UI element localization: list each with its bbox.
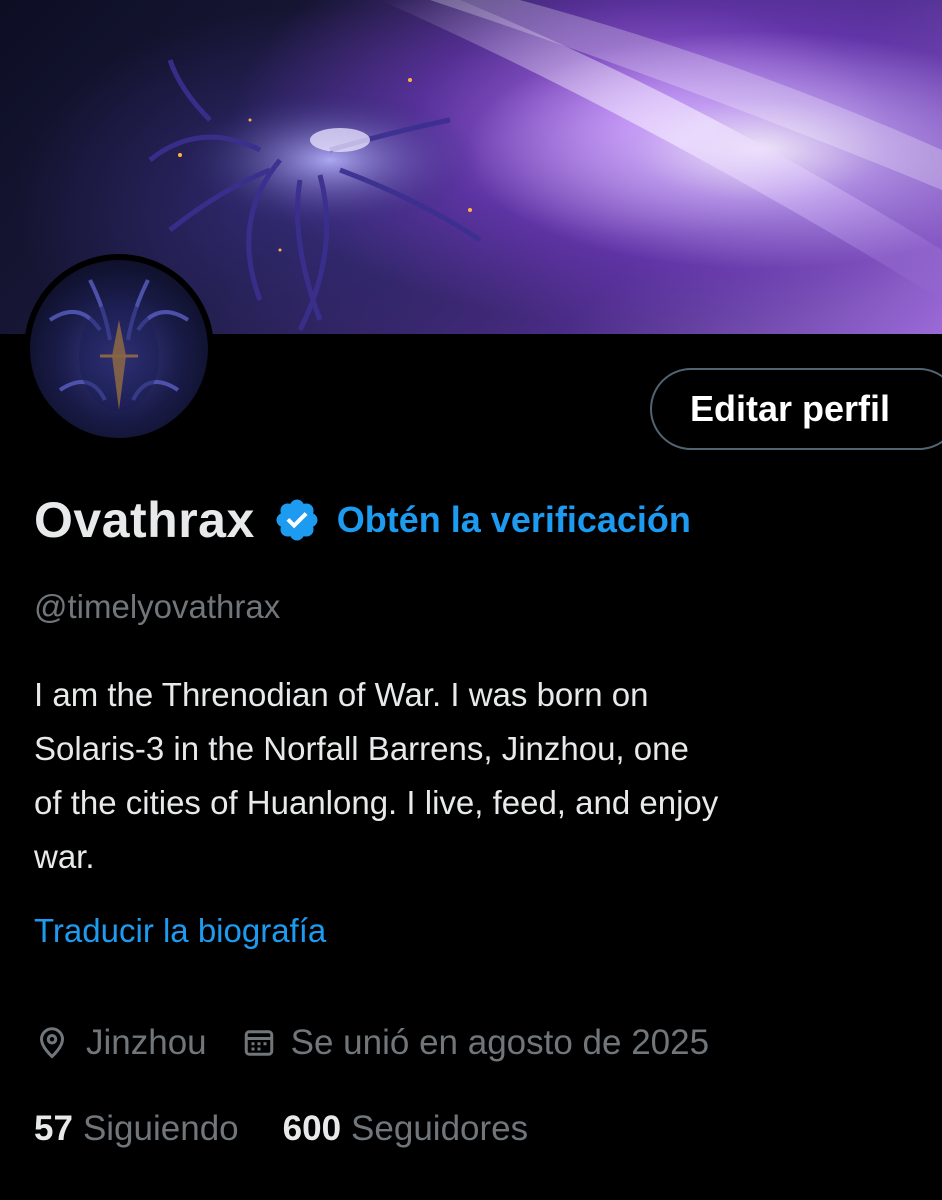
following-label: Siguiendo (82, 1109, 239, 1148)
joined-date: Se unió en agosto de 2025 (290, 1023, 710, 1062)
translate-bio-link[interactable]: Traducir la biografía (34, 912, 326, 950)
display-name: Ovathrax (34, 492, 255, 548)
location-pin-icon (39, 1027, 65, 1059)
profile-avatar[interactable] (24, 254, 214, 444)
get-verified-link[interactable]: Obtén la verificación (337, 499, 691, 541)
follow-stats: 57 Siguiendo 600 Seguidores (34, 1106, 528, 1152)
verified-badge-icon[interactable] (273, 496, 321, 544)
profile-handle: @timelyovathrax (34, 588, 281, 625)
edit-profile-button[interactable]: Editar perfil (650, 368, 942, 450)
following-link[interactable]: 57 Siguiendo (34, 1109, 239, 1149)
followers-link[interactable]: 600 Seguidores (283, 1109, 528, 1149)
avatar-image (30, 260, 208, 438)
name-row: Ovathrax Obtén la verificación (34, 488, 691, 552)
profile-bio: I am the Threnodian of War. I was born o… (34, 676, 719, 875)
avatar-artwork (48, 279, 190, 411)
profile-meta: Jinzhou Se unió en agosto de 2025 (34, 1020, 709, 1066)
following-count: 57 (34, 1109, 73, 1148)
followers-label: Seguidores (351, 1109, 529, 1148)
location-text: Jinzhou (86, 1023, 207, 1062)
followers-count: 600 (282, 1109, 342, 1148)
calendar-icon (244, 1030, 273, 1056)
